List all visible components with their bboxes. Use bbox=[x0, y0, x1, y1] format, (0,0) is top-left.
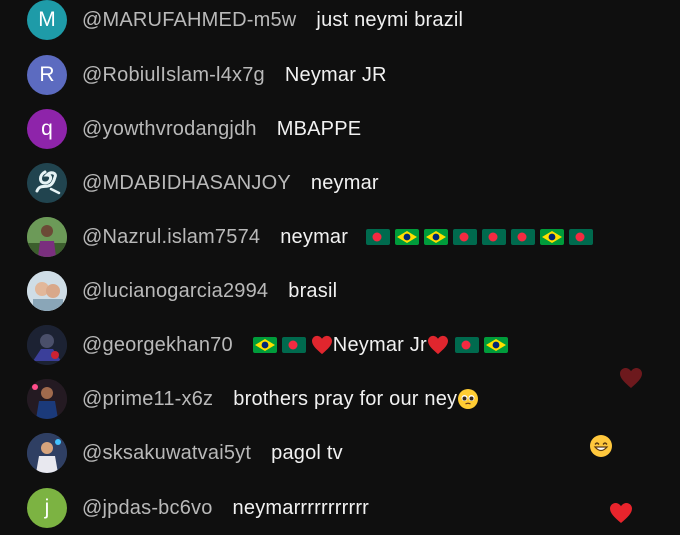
grinning-face-reaction-icon bbox=[590, 435, 612, 457]
heart-icon bbox=[311, 335, 332, 355]
heart-icon bbox=[427, 335, 448, 355]
bangladesh-flag-icon bbox=[482, 229, 507, 245]
author-handle[interactable]: @georgekhan70 bbox=[82, 334, 233, 357]
photo-avatar-icon bbox=[27, 271, 67, 311]
avatar[interactable] bbox=[27, 271, 67, 311]
message-text: MBAPPE bbox=[276, 117, 362, 140]
avatar[interactable] bbox=[27, 163, 67, 203]
avatar[interactable] bbox=[27, 379, 67, 419]
chat-message: @georgekhan70 Neymar Jr bbox=[0, 318, 680, 372]
photo-avatar-icon bbox=[27, 325, 67, 365]
avatar[interactable]: q bbox=[27, 109, 67, 149]
message-text: neymar bbox=[280, 226, 598, 249]
message-body: Neymar Jr bbox=[332, 333, 427, 356]
brazil-flag-icon bbox=[395, 229, 420, 245]
chat-message: j @jpdas-bc6vo neymarrrrrrrrrrr bbox=[0, 481, 680, 535]
message-text: just neymi brazil bbox=[316, 8, 464, 31]
author-handle[interactable]: @RobiulIslam-l4x7g bbox=[82, 64, 265, 87]
dragon-avatar-icon bbox=[27, 163, 67, 203]
avatar[interactable]: j bbox=[27, 488, 67, 528]
author-handle[interactable]: @sksakuwatvai5yt bbox=[82, 442, 251, 465]
avatar-letter: M bbox=[38, 8, 56, 31]
bangladesh-flag-icon bbox=[454, 337, 479, 353]
author-handle[interactable]: @prime11-x6z bbox=[82, 388, 213, 411]
message-text: pagol tv bbox=[271, 441, 343, 464]
bangladesh-flag-icon bbox=[281, 337, 306, 353]
avatar[interactable] bbox=[27, 433, 67, 473]
chat-message: @MDABIDHASANJOY neymar bbox=[0, 156, 680, 210]
message-text: neymarrrrrrrrrrr bbox=[232, 496, 370, 519]
author-handle[interactable]: @lucianogarcia2994 bbox=[82, 280, 268, 303]
pleading-face-icon bbox=[458, 389, 479, 409]
photo-avatar-icon bbox=[27, 217, 67, 257]
avatar[interactable] bbox=[27, 325, 67, 365]
photo-avatar-icon bbox=[27, 433, 67, 473]
author-handle[interactable]: @MDABIDHASANJOY bbox=[82, 172, 291, 195]
brazil-flag-icon bbox=[540, 229, 565, 245]
bangladesh-flag-icon bbox=[366, 229, 391, 245]
live-chat-list: M @MARUFAHMED-m5w just neymi brazil R @R… bbox=[0, 0, 680, 535]
chat-message: M @MARUFAHMED-m5w just neymi brazil bbox=[0, 0, 680, 47]
author-handle[interactable]: @jpdas-bc6vo bbox=[82, 497, 213, 520]
message-text: brothers pray for our ney bbox=[233, 388, 479, 411]
brazil-flag-icon bbox=[252, 337, 277, 353]
author-handle[interactable]: @yowthvrodangjdh bbox=[82, 118, 257, 141]
message-text: neymar bbox=[310, 171, 379, 194]
heart-reaction-icon bbox=[610, 503, 632, 523]
chat-message: q @yowthvrodangjdh MBAPPE bbox=[0, 102, 680, 156]
brazil-flag-icon bbox=[483, 337, 508, 353]
chat-message: @Nazrul.islam7574 neymar bbox=[0, 210, 680, 264]
bangladesh-flag-icon bbox=[453, 229, 478, 245]
heart-reaction-icon bbox=[620, 368, 642, 388]
chat-message: R @RobiulIslam-l4x7g Neymar JR bbox=[0, 48, 680, 102]
chat-message: @sksakuwatvai5yt pagol tv bbox=[0, 426, 680, 480]
brazil-flag-icon bbox=[424, 229, 449, 245]
message-text: Neymar JR bbox=[284, 63, 387, 86]
chat-message: @prime11-x6z brothers pray for our ney bbox=[0, 372, 680, 426]
photo-avatar-icon bbox=[27, 379, 67, 419]
avatar-letter: R bbox=[39, 63, 55, 86]
bangladesh-flag-icon bbox=[569, 229, 594, 245]
message-body: neymar bbox=[280, 225, 349, 248]
author-handle[interactable]: @Nazrul.islam7574 bbox=[82, 226, 260, 249]
avatar-letter: q bbox=[41, 117, 53, 140]
avatar[interactable]: R bbox=[27, 55, 67, 95]
message-text: brasil bbox=[288, 279, 338, 302]
avatar[interactable] bbox=[27, 217, 67, 257]
message-body: brothers pray for our ney bbox=[233, 387, 458, 410]
bangladesh-flag-icon bbox=[511, 229, 536, 245]
message-text: Neymar Jr bbox=[252, 333, 513, 357]
author-handle[interactable]: @MARUFAHMED-m5w bbox=[82, 9, 296, 32]
avatar[interactable]: M bbox=[27, 0, 67, 40]
avatar-letter: j bbox=[44, 496, 50, 519]
chat-message: @lucianogarcia2994 brasil bbox=[0, 264, 680, 318]
